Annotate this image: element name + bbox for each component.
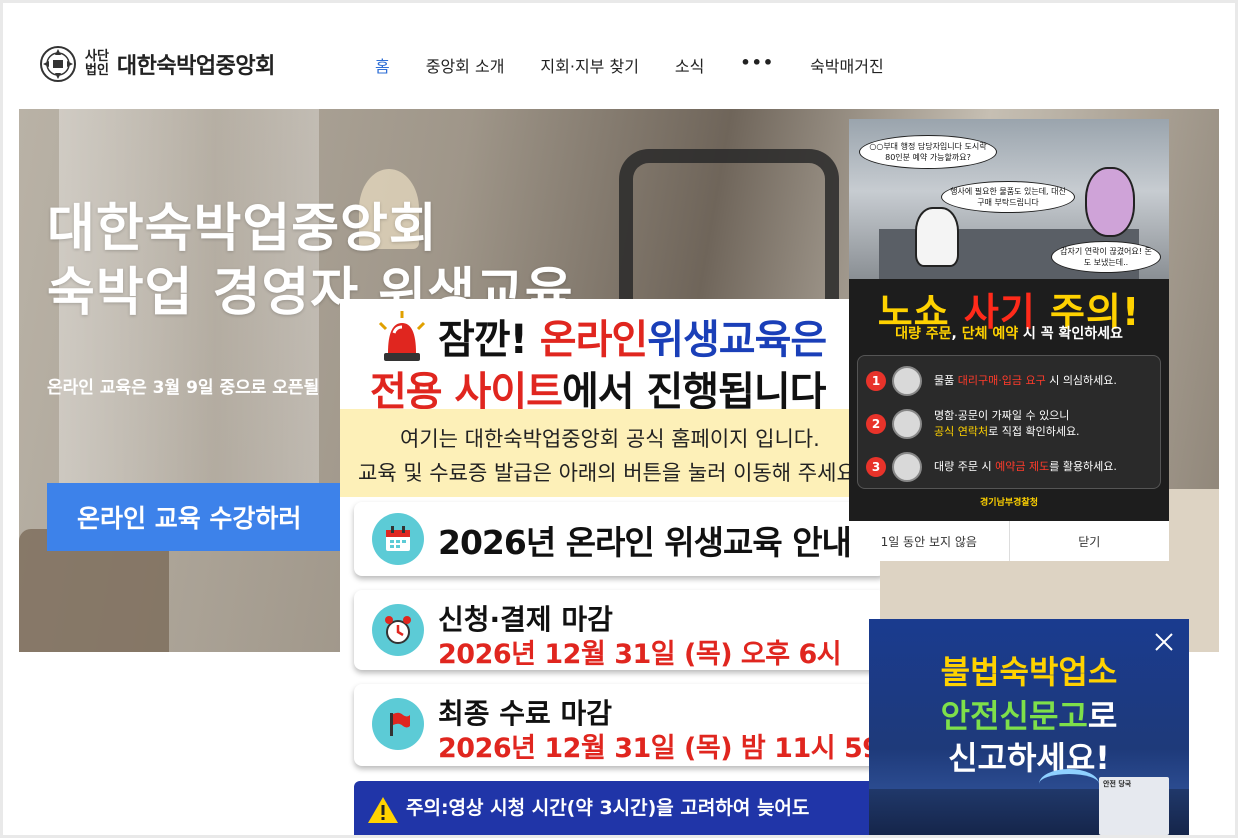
police-logo-text: 경기남부경찰청 — [980, 498, 1038, 508]
tip-number: 1 — [866, 371, 886, 391]
edu-line1-prefix: 잠깐! — [438, 317, 540, 363]
list-item: 2 명함·공문이 가짜일 수 있으니공식 연락처로 직접 확인하세요. — [866, 408, 1080, 440]
tip-text: 물품 대리구매·입금 요구 시 의심하세요. — [934, 373, 1117, 389]
edu-info-line1: 여기는 대한숙박업중앙회 공식 홈페이지 입니다. — [400, 427, 820, 451]
edu-line1-red: 온라인 — [539, 317, 648, 363]
tip-highlight: 대리구매·입금 요구 — [957, 374, 1046, 387]
edu-info-box: 여기는 대한숙박업중앙회 공식 홈페이지 입니다. 교육 및 수료증 발급은 아… — [340, 409, 880, 497]
final-deadline-date: 2026년 12월 31일 (목) 밤 11시 59분 — [438, 733, 880, 764]
flag-icon — [372, 698, 424, 750]
scam-tips-list: 1 물품 대리구매·입금 요구 시 의심하세요. 2 명함·공문이 가짜일 수 … — [857, 355, 1161, 489]
scam-sub-sep: , — [951, 326, 962, 342]
alarm-clock-icon — [372, 604, 424, 656]
tip-text: 명함·공문이 가짜일 수 있으니공식 연락처로 직접 확인하세요. — [934, 408, 1080, 440]
building-label: 안전 당국 — [1103, 780, 1132, 788]
site-logo[interactable]: 사단 법인 대한숙박업중앙회 — [39, 45, 275, 83]
report-illegal-lodging-popup[interactable]: 불법숙박업소 안전신문고로 신고하세요! 안전 당국 — [869, 619, 1189, 835]
comic-cat-character — [915, 207, 959, 267]
tip-post: 를 활용하세요. — [1049, 460, 1117, 473]
tip-number: 2 — [866, 414, 886, 434]
scam-subtitle: 대량 주문, 단체 예약 시 꼭 확인하세요 — [849, 323, 1169, 343]
hide-for-day-button[interactable]: 1일 동안 보지 않음 — [849, 521, 1009, 561]
tip-pre: 물품 — [934, 374, 958, 387]
hero-subtitle: 온라인 교육은 3월 9일 중으로 오픈될 — [47, 378, 320, 398]
warning-icon — [368, 797, 398, 823]
report-line3: 신고하세요! — [948, 739, 1110, 777]
final-deadline-card[interactable]: 최종 수료 마감 2026년 12월 31일 (목) 밤 11시 59분 — [354, 684, 880, 766]
close-popup-button[interactable]: 닫기 — [1008, 521, 1170, 561]
tip-text: 대량 주문 시 예약금 제도를 활용하세요. — [934, 459, 1117, 475]
noshow-scam-popup[interactable]: ○○부대 행정 담당자입니다 도시락 80인분 예약 가능할까요? 행사에 필요… — [849, 119, 1169, 561]
apply-deadline-card[interactable]: 신청·결제 마감 2026년 12월 31일 (목) 오후 6시 — [354, 590, 880, 670]
scam-sub-hl1: 대량 주문 — [895, 326, 952, 342]
tip-post: 시 의심하세요. — [1045, 374, 1117, 387]
arrow-icon — [1039, 769, 1099, 799]
hero-title-line1: 대한숙박업중앙회 — [47, 199, 438, 259]
edu-warning-text: 주의:영상 시청 시간(약 3시간)을 고려하여 늦어도 — [406, 797, 810, 819]
business-card-icon — [892, 409, 922, 439]
list-item: 1 물품 대리구매·입금 요구 시 의심하세요. — [866, 366, 1117, 396]
calendar-icon — [372, 513, 424, 565]
shopping-cart-icon — [892, 366, 922, 396]
site-header: 사단 법인 대한숙박업중앙회 홈 중앙회 소개 지회·지부 찾기 소식 ••• … — [3, 3, 1235, 109]
main-nav: 홈 중앙회 소개 지회·지부 찾기 소식 ••• 숙박매거진 — [375, 53, 884, 77]
report-line2: 안전신문고로 — [869, 691, 1189, 737]
edu-line1-blue: 위생교육은 — [647, 317, 827, 363]
apply-deadline-date: 2026년 12월 31일 (목) 오후 6시 — [438, 639, 842, 670]
nav-item-branches[interactable]: 지회·지부 찾기 — [540, 53, 639, 77]
education-notice-popup[interactable]: 잠깐! 온라인위생교육은 전용 사이트에서 진행됩니다 여기는 대한숙박업중앙회… — [340, 299, 880, 835]
scam-popup-footer: 1일 동안 보지 않음 닫기 — [849, 521, 1169, 561]
scam-sub-end: 시 꼭 확인하세요 — [1018, 326, 1123, 342]
logo-small-bottom: 법인 — [85, 63, 109, 78]
edu-headline-line1: 잠깐! 온라인위생교육은 — [438, 307, 827, 365]
nav-item-news[interactable]: 소식 — [675, 53, 704, 77]
list-item: 3 대량 주문 시 예약금 제도를 활용하세요. — [866, 452, 1117, 482]
report-line1: 불법숙박업소 — [940, 653, 1118, 691]
edu-info-line2: 교육 및 수료증 발급은 아래의 버튼을 눌러 이동해 주세요 — [358, 461, 856, 485]
tip-highlight: 예약금 제도 — [995, 460, 1050, 473]
tip-number: 3 — [866, 457, 886, 477]
receipt-icon — [892, 452, 922, 482]
scam-sub-hl2: 단체 예약 — [961, 326, 1019, 342]
edu-guide-label: 2026년 온라인 위생교육 안내 — [438, 523, 852, 562]
nav-item-about[interactable]: 중앙회 소개 — [426, 53, 505, 77]
scam-comic-illustration: ○○부대 행정 담당자입니다 도시락 80인분 예약 가능할까요? 행사에 필요… — [849, 119, 1169, 279]
tip-highlight: 공식 연락처 — [934, 425, 989, 438]
comic-bubble-3: 갑자기 연락이 끊겼어요! 돈도 보냈는데.. — [1051, 241, 1161, 273]
comic-bunny-character — [1085, 167, 1135, 237]
tip-post: 로 직접 확인하세요. — [988, 425, 1080, 438]
report-line2-rest: 로 — [1087, 697, 1118, 735]
edu-popup-heading: 잠깐! 온라인위생교육은 전용 사이트에서 진행됩니다 — [340, 299, 880, 415]
nav-item-magazine[interactable]: 숙박매거진 — [810, 53, 884, 77]
logo-small-top: 사단 — [85, 49, 109, 64]
association-emblem-icon — [40, 46, 76, 82]
siren-icon — [378, 311, 426, 361]
edu-guide-button[interactable]: 2026년 온라인 위생교육 안내 — [354, 502, 880, 576]
logo-name: 대한숙박업중앙회 — [116, 54, 275, 79]
report-line2-green: 안전신문고 — [940, 697, 1088, 735]
online-course-button[interactable]: 온라인 교육 수강하러 — [47, 483, 367, 551]
tip-pre: 대량 주문 시 — [934, 460, 996, 473]
edu-warning-banner: 주의:영상 시청 시간(약 3시간)을 고려하여 늦어도 — [354, 781, 880, 835]
nav-item-home[interactable]: 홈 — [375, 53, 390, 77]
browser-page: 사단 법인 대한숙박업중앙회 홈 중앙회 소개 지회·지부 찾기 소식 ••• … — [3, 3, 1235, 835]
comic-bubble-1: ○○부대 행정 담당자입니다 도시락 80인분 예약 가능할까요? — [859, 135, 997, 169]
comic-bubble-2: 행사에 필요한 물품도 있는데, 대신 구매 부탁드립니다 — [941, 181, 1075, 213]
tip-pre: 명함·공문이 가짜일 수 있으니 — [934, 409, 1070, 422]
logo-corp-type: 사단 법인 — [85, 50, 109, 78]
nav-more-icon[interactable]: ••• — [740, 53, 774, 77]
